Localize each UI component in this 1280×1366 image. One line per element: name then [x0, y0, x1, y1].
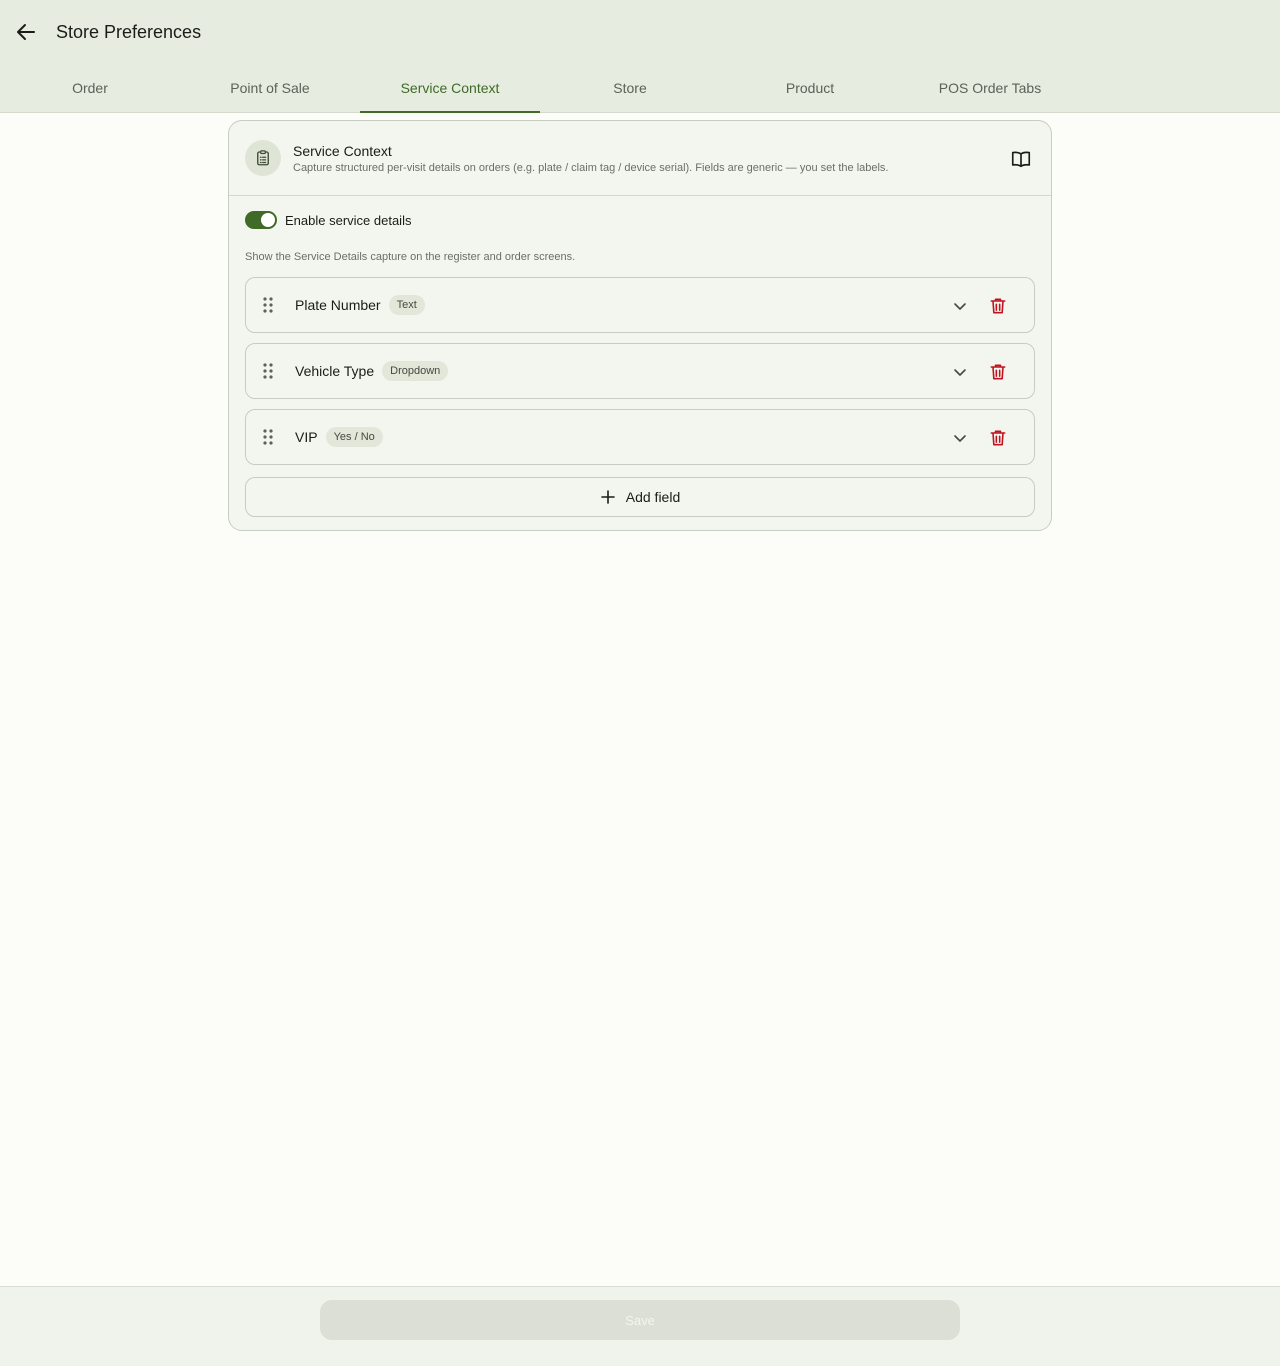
card-title: Service Context: [293, 142, 392, 159]
field-row-plate-number[interactable]: Plate Number Text: [245, 277, 1035, 333]
chevron-down-icon: [954, 303, 966, 310]
tab-point-of-sale[interactable]: Point of Sale: [180, 64, 360, 112]
drag-handle-icon[interactable]: [261, 427, 275, 447]
enable-service-details-label: Enable service details: [285, 212, 412, 228]
expand-button[interactable]: [948, 294, 972, 318]
enable-service-details-row: Enable service details: [245, 209, 411, 231]
help-button[interactable]: [1009, 147, 1033, 171]
drag-handle-icon[interactable]: [261, 361, 275, 381]
delete-button[interactable]: [986, 360, 1010, 384]
field-name: VIP: [295, 429, 318, 445]
tab-service-context[interactable]: Service Context: [360, 64, 540, 113]
expand-button[interactable]: [948, 360, 972, 384]
add-field-button[interactable]: Add field: [245, 477, 1035, 517]
card-header-text: Service Context Capture structured per-v…: [293, 143, 889, 174]
tab-order[interactable]: Order: [0, 64, 180, 112]
field-name: Vehicle Type: [295, 363, 375, 379]
bottom-bar: Save: [0, 1286, 1280, 1366]
field-type-chip: Yes / No: [325, 427, 383, 447]
field-row-vip[interactable]: VIP Yes / No: [245, 409, 1035, 465]
chevron-down-icon: [954, 435, 966, 442]
field-name: Plate Number: [295, 297, 381, 313]
add-field-label: Add field: [625, 489, 681, 505]
book-icon: [1011, 151, 1031, 168]
trash-icon: [990, 430, 1006, 446]
tab-bar: Order Point of Sale Service Context Stor…: [0, 64, 1080, 113]
page-title: Store Preferences: [56, 21, 202, 42]
clipboard-icon: [245, 140, 281, 176]
save-button[interactable]: Save: [320, 1300, 960, 1340]
plus-icon: [600, 490, 615, 504]
helper-text: Show the Service Details capture on the …: [245, 251, 576, 263]
delete-button[interactable]: [986, 294, 1010, 318]
card-header: Service Context Capture structured per-v…: [229, 121, 1051, 196]
drag-handle-icon[interactable]: [261, 295, 275, 315]
tab-product[interactable]: Product: [720, 64, 900, 112]
switch-knob: [261, 213, 275, 227]
delete-button[interactable]: [986, 426, 1010, 450]
service-context-card: Service Context Capture structured per-v…: [228, 120, 1052, 531]
trash-icon: [990, 298, 1006, 314]
card-description: Capture structured per-visit details on …: [293, 161, 889, 174]
chevron-down-icon: [954, 369, 966, 376]
tab-pos-order-tabs[interactable]: POS Order Tabs: [900, 64, 1080, 112]
top-bar: Store Preferences: [0, 0, 1280, 64]
field-type-chip: Text: [388, 295, 425, 315]
field-row-vehicle-type[interactable]: Vehicle Type Dropdown: [245, 343, 1035, 399]
arrow-left-icon: [17, 24, 35, 40]
app-bar: Store Preferences Order Point of Sale Se…: [0, 0, 1280, 113]
expand-button[interactable]: [948, 426, 972, 450]
enable-service-details-switch[interactable]: [245, 211, 277, 229]
trash-icon: [990, 364, 1006, 380]
tab-store[interactable]: Store: [540, 64, 720, 112]
field-type-chip: Dropdown: [382, 361, 449, 381]
back-button[interactable]: [6, 12, 46, 52]
